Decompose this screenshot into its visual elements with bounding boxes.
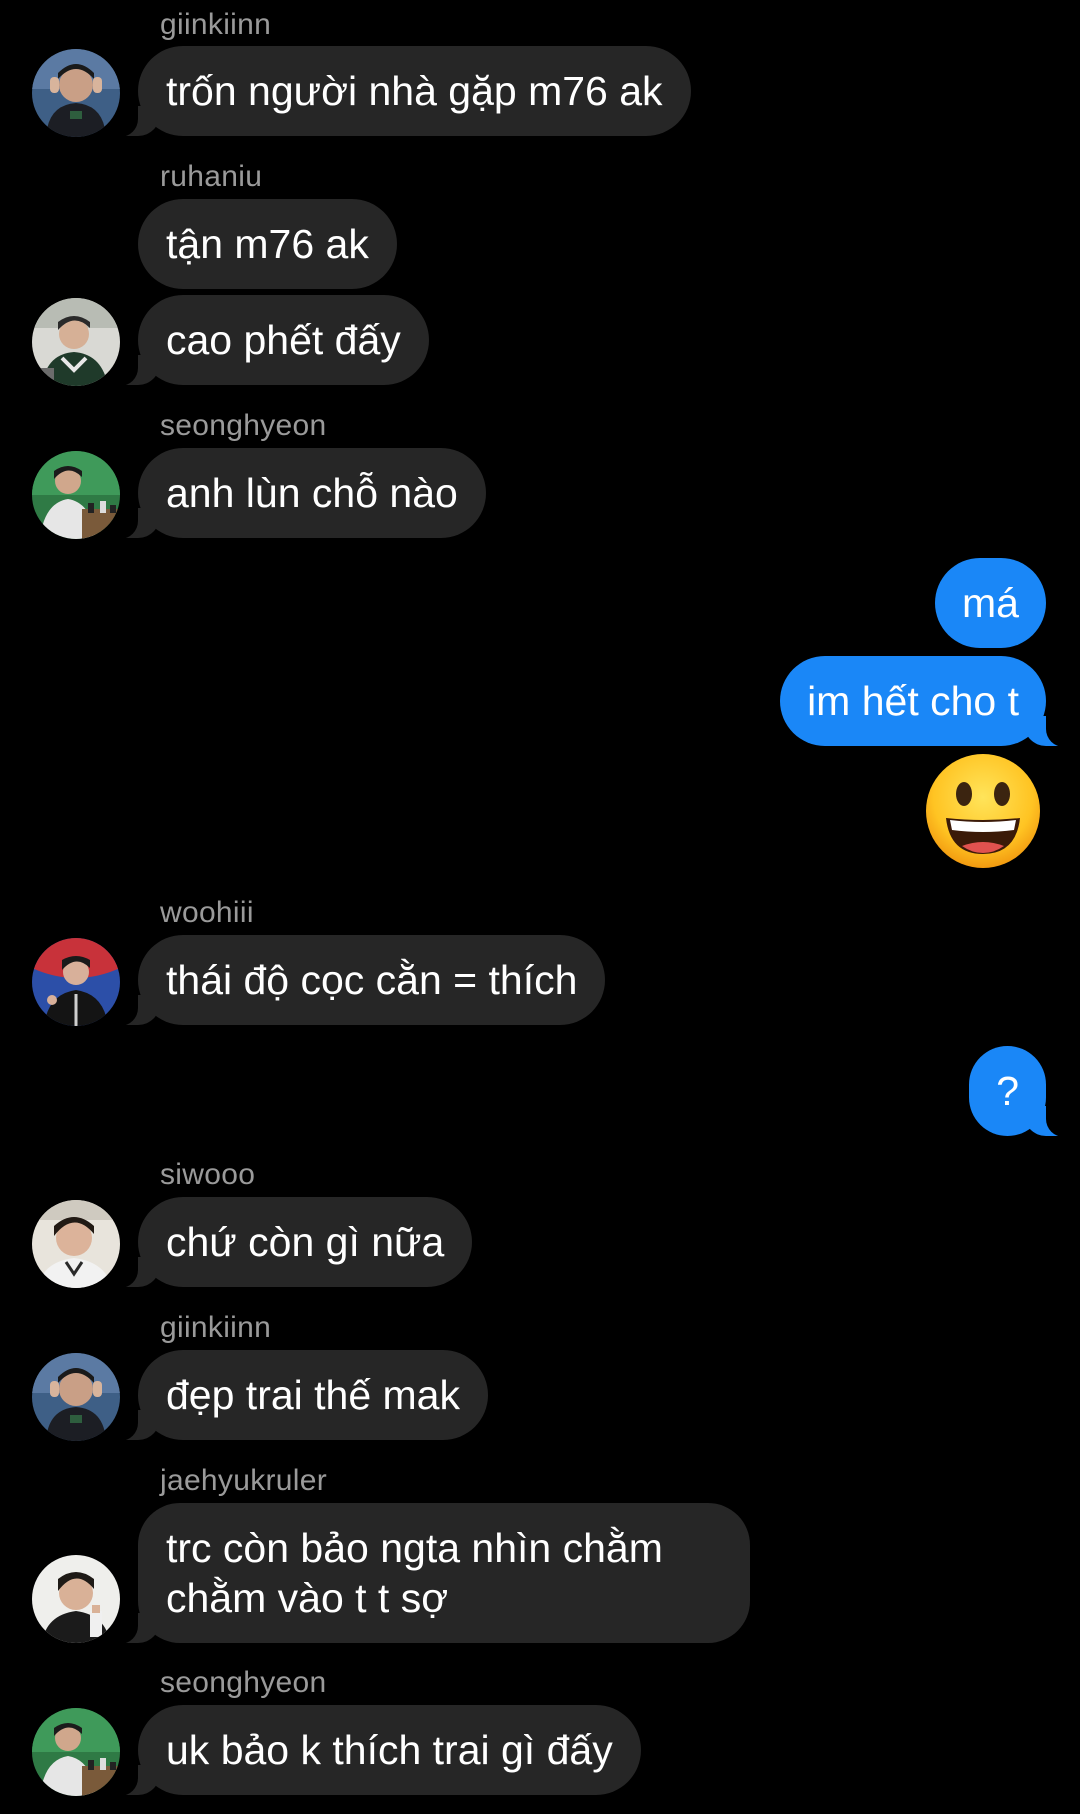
sender-name: seonghyeon [160, 409, 327, 442]
avatar-jaehyukruler[interactable] [32, 1555, 120, 1643]
avatar-ruhaniu[interactable] [32, 298, 120, 386]
incoming-message[interactable]: tận m76 ak [138, 199, 397, 289]
outgoing-message[interactable]: im hết cho t [780, 656, 1080, 747]
sender-name: woohiii [160, 896, 254, 929]
outgoing-message[interactable]: ? [969, 1046, 1080, 1137]
avatar-siwooo[interactable] [32, 1200, 120, 1288]
sender-name: giinkiinn [160, 8, 272, 41]
avatar-seonghyeon[interactable] [32, 1708, 120, 1796]
incoming-message[interactable]: cao phết đấy [104, 295, 429, 386]
sender-name: ruhaniu [160, 160, 263, 193]
sender-name: jaehyukruler [160, 1464, 328, 1497]
avatar-woohiii[interactable] [32, 938, 120, 1026]
incoming-message[interactable]: uk bảo k thích trai gì đấy [104, 1705, 641, 1796]
incoming-message[interactable]: anh lùn chỗ nào [104, 448, 486, 539]
avatar-seonghyeon[interactable] [32, 451, 120, 539]
chat-thread: giinkiinn trốn người nhà gặp m76 ak ruha… [0, 0, 1080, 1814]
sender-name: siwooo [160, 1158, 256, 1191]
avatar-giinkiinn[interactable] [32, 49, 120, 137]
incoming-message[interactable]: chứ còn gì nữa [103, 1197, 473, 1288]
grinning-face-emoji[interactable] [924, 752, 1042, 870]
incoming-message[interactable]: đẹp trai thế mak [104, 1350, 488, 1441]
incoming-message[interactable]: trc còn bảo ngta nhìn chằm chằm vào t t … [104, 1503, 750, 1644]
incoming-message[interactable]: trốn người nhà gặp m76 ak [104, 46, 691, 137]
sender-name: seonghyeon [160, 1666, 327, 1699]
outgoing-message[interactable]: má [935, 558, 1046, 648]
sender-name: giinkiinn [160, 1311, 272, 1344]
incoming-message[interactable]: thái độ cọc cằn = thích [103, 935, 606, 1026]
avatar-giinkiinn[interactable] [32, 1353, 120, 1441]
